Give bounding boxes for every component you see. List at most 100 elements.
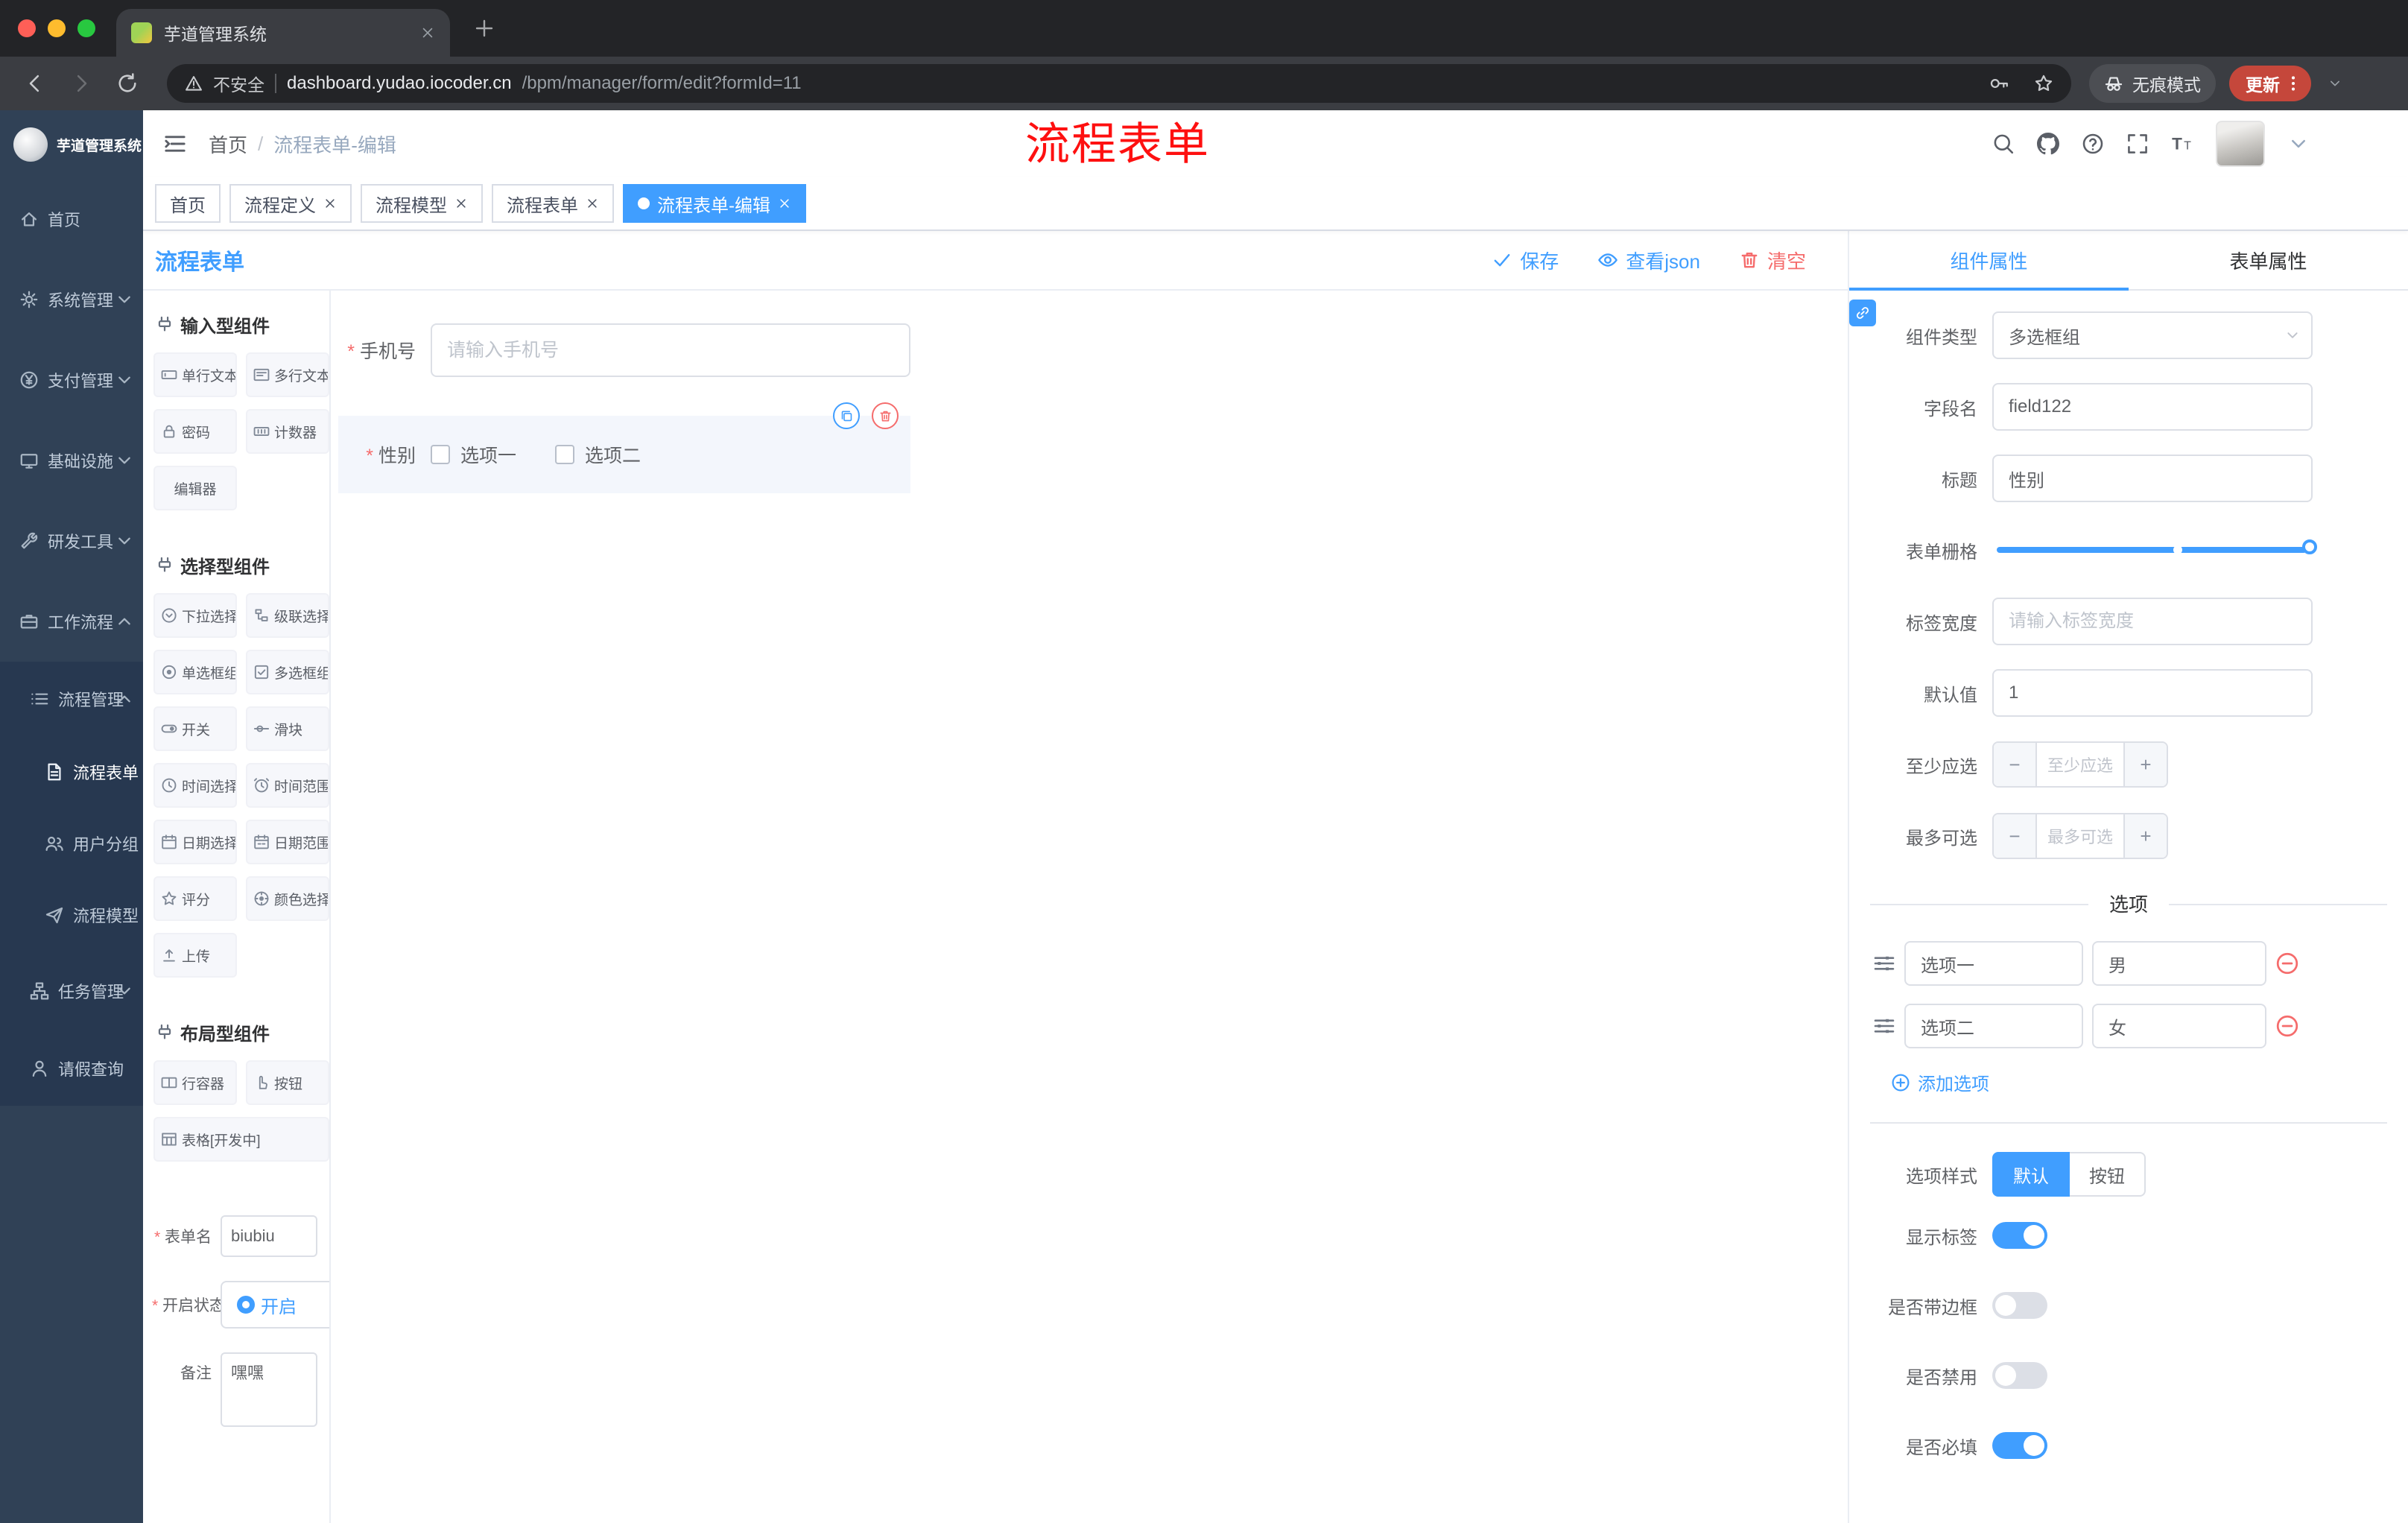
zoom-window-button[interactable] [77,19,95,37]
sidebar-item-home[interactable]: 首页 [0,179,143,259]
fullscreen-icon[interactable] [2126,133,2149,155]
remark-textarea[interactable]: 嘿嘿 [221,1352,317,1427]
component-switch[interactable]: 开关 [153,706,237,751]
style-default-button[interactable]: 默认 [1992,1152,2070,1197]
increase-button[interactable]: + [2125,743,2167,786]
sidebar-item-task-management[interactable]: 任务管理 [0,951,143,1031]
radio-open[interactable]: 开启 [221,1281,329,1329]
tag-process-form-edit[interactable]: 流程表单-编辑 [623,184,806,223]
minimize-window-button[interactable] [48,19,66,37]
sidebar-item-devtools[interactable]: 研发工具 [0,501,143,581]
form-name-input[interactable] [221,1215,317,1257]
copy-field-button[interactable] [833,402,860,429]
sidebar-item-payment[interactable]: 支付管理 [0,340,143,420]
hamburger-icon[interactable] [162,131,188,156]
address-bar[interactable]: 不安全 dashboard.yudao.iocoder.cn /bpm/mana… [167,64,2071,103]
disabled-switch[interactable] [1992,1362,2047,1389]
label-width-input[interactable] [1992,598,2313,645]
component-cascader[interactable]: 级联选择 [246,593,329,638]
browser-tab[interactable]: 芋道管理系统 [116,9,450,57]
option-label-input[interactable] [1904,1004,2083,1048]
drag-handle-icon[interactable] [1873,1015,1895,1037]
border-switch[interactable] [1992,1292,2047,1319]
close-window-button[interactable] [18,19,36,37]
component-slider[interactable]: 滑块 [246,706,329,751]
component-date-picker[interactable]: 日期选择 [153,820,237,864]
update-button[interactable]: 更新 [2229,66,2311,101]
stepper-value[interactable]: 至少应选 [2035,743,2125,786]
component-table[interactable]: 表格[开发中] [153,1117,329,1162]
sidebar-item-process-management[interactable]: 流程管理 [0,662,143,736]
show-label-switch[interactable] [1992,1222,2047,1249]
avatar[interactable] [2216,121,2265,167]
forward-icon[interactable] [70,72,92,95]
component-input-text[interactable]: 单行文本 [153,352,237,397]
component-type-select[interactable]: 多选框组 [1992,311,2313,359]
form-field-gender[interactable]: 性别 选项一 选项二 [338,402,910,493]
tab-form-properties[interactable]: 表单属性 [2129,231,2408,289]
close-icon[interactable] [778,197,791,210]
decrease-button[interactable]: − [1994,743,2035,786]
sidebar-item-process-form[interactable]: 流程表单 [0,736,143,808]
more-vertical-icon[interactable] [2284,75,2302,92]
chevron-down-icon[interactable] [2287,133,2310,155]
checkbox-icon[interactable] [555,445,575,464]
slider-handle[interactable] [2302,539,2317,554]
breadcrumb-home[interactable]: 首页 [209,130,247,158]
checkbox-option-1[interactable]: 选项一 [431,441,516,468]
component-color-picker[interactable]: 颜色选择 [246,876,329,921]
component-button[interactable]: 按钮 [246,1060,329,1105]
sidebar-logo[interactable]: 芋道管理系统 [0,110,143,179]
checkbox-option-2[interactable]: 选项二 [555,441,641,468]
component-upload[interactable]: 上传 [153,933,237,978]
form-grid-slider[interactable] [1997,539,2317,554]
github-icon[interactable] [2037,133,2059,155]
tag-process-form[interactable]: 流程表单 [492,184,614,223]
chevron-down-icon[interactable] [2328,76,2342,91]
form-canvas[interactable]: 手机号 性别 选项一 选项二 [331,291,1848,1523]
sidebar-item-workflow[interactable]: 工作流程 [0,581,143,662]
style-button-button[interactable]: 按钮 [2070,1152,2146,1197]
search-icon[interactable] [1992,133,2015,155]
add-option-button[interactable]: 添加选项 [1891,1069,2408,1095]
form-field-phone[interactable]: 手机号 [338,323,910,377]
sidebar-item-process-model[interactable]: 流程模型 [0,879,143,951]
component-rate[interactable]: 评分 [153,876,237,921]
bookmark-star-icon[interactable] [2034,74,2053,93]
required-switch[interactable] [1992,1432,2047,1459]
font-size-icon[interactable] [2171,133,2193,155]
clear-button[interactable]: 清空 [1739,247,1806,274]
drag-handle-icon[interactable] [1873,952,1895,975]
reload-icon[interactable] [116,72,139,95]
link-button[interactable] [1849,300,1876,326]
component-date-range[interactable]: 日期范围 [246,820,329,864]
close-icon[interactable] [454,197,468,210]
tag-home[interactable]: 首页 [155,184,221,223]
help-icon[interactable] [2082,133,2104,155]
component-password[interactable]: 密码 [153,409,237,454]
component-select[interactable]: 下拉选择 [153,593,237,638]
remove-option-icon[interactable] [2275,1014,2299,1038]
component-radio-group[interactable]: 单选框组 [153,650,237,694]
close-icon[interactable] [323,197,337,210]
save-button[interactable]: 保存 [1492,247,1559,274]
tag-process-definition[interactable]: 流程定义 [229,184,352,223]
checkbox-icon[interactable] [431,445,450,464]
stepper-value[interactable]: 最多可选 [2035,814,2125,858]
phone-input[interactable] [431,323,910,377]
delete-field-button[interactable] [872,402,899,429]
security-label[interactable]: 不安全 [213,71,264,96]
tab-component-properties[interactable]: 组件属性 [1849,231,2129,291]
close-icon[interactable] [586,197,599,210]
option-value-input[interactable] [2092,1004,2266,1048]
component-textarea[interactable]: 多行文本 [246,352,329,397]
remove-option-icon[interactable] [2275,952,2299,975]
field-name-input[interactable] [1992,383,2313,431]
view-json-button[interactable]: 查看json [1597,247,1700,274]
component-counter[interactable]: 计数器 [246,409,329,454]
sidebar-item-user-group[interactable]: 用户分组 [0,808,143,879]
component-time-picker[interactable]: 时间选择 [153,763,237,808]
option-value-input[interactable] [2092,941,2266,986]
tag-process-model[interactable]: 流程模型 [361,184,483,223]
title-input[interactable] [1992,455,2313,502]
